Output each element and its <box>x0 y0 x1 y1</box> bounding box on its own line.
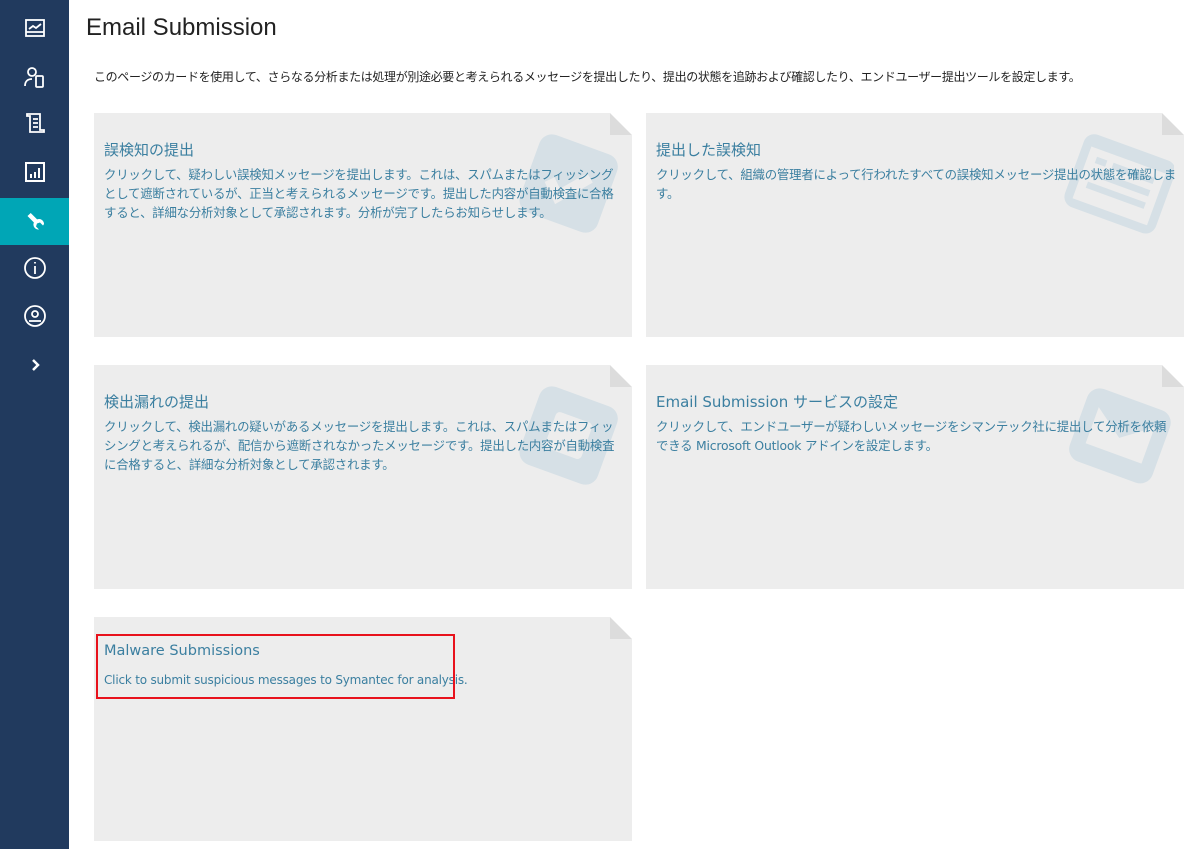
users-devices-icon <box>23 66 44 88</box>
card-service-settings[interactable]: Email Submission サービスの設定 クリックして、エンドユーザーが… <box>646 365 1184 589</box>
card-description: クリックして、検出漏れの疑いがあるメッセージを提出します。これは、スパムまたはフ… <box>104 419 615 472</box>
nav-users[interactable] <box>0 53 69 100</box>
card-title: 検出漏れの提出 <box>104 393 210 411</box>
nav-dashboard[interactable] <box>0 5 69 52</box>
card-submit-false-positive[interactable]: 誤検知の提出 クリックして、疑わしい誤検知メッセージを提出します。これは、スパム… <box>94 113 632 337</box>
user-account-icon <box>23 304 46 327</box>
nav-about[interactable] <box>0 244 69 291</box>
nav-tools[interactable] <box>0 198 69 245</box>
folded-corner <box>610 365 632 387</box>
dashboard-icon <box>24 18 45 37</box>
folded-corner <box>1162 365 1184 387</box>
nav-expand[interactable] <box>0 341 69 388</box>
page-title: Email Submission <box>86 14 277 41</box>
folded-corner <box>610 113 632 135</box>
nav-policies[interactable] <box>0 99 69 146</box>
nav-account[interactable] <box>0 292 69 339</box>
folded-corner <box>610 617 632 639</box>
highlight-box <box>96 634 455 699</box>
card-title: Email Submission サービスの設定 <box>656 393 898 411</box>
wrench-tools-icon <box>27 212 44 230</box>
folded-corner <box>1162 113 1184 135</box>
expand-chevron-icon <box>31 358 40 371</box>
card-submitted-false-positives[interactable]: 提出した誤検知 クリックして、組織の管理者によって行われたすべての誤検知メッセー… <box>646 113 1184 337</box>
page-intro: このページのカードを使用して、さらなる分析または処理が別途必要と考えられるメッセ… <box>94 70 1081 84</box>
card-description: クリックして、組織の管理者によって行われたすべての誤検知メッセージ提出の状態を確… <box>656 167 1176 201</box>
sidebar <box>0 0 69 849</box>
nav-reports[interactable] <box>0 148 69 195</box>
card-description: クリックして、エンドユーザーが疑わしいメッセージをシマンテック社に提出して分析を… <box>656 419 1167 453</box>
card-description: クリックして、疑わしい誤検知メッセージを提出します。これは、スパムまたはフィッシ… <box>104 167 614 220</box>
card-submit-missed-spam[interactable]: 検出漏れの提出 クリックして、検出漏れの疑いがあるメッセージを提出します。これは… <box>94 365 632 589</box>
card-title: 誤検知の提出 <box>104 141 195 159</box>
reports-chart-icon <box>24 161 45 182</box>
policy-scroll-icon <box>25 112 45 133</box>
card-title: 提出した誤検知 <box>656 141 762 159</box>
info-icon <box>23 256 46 279</box>
